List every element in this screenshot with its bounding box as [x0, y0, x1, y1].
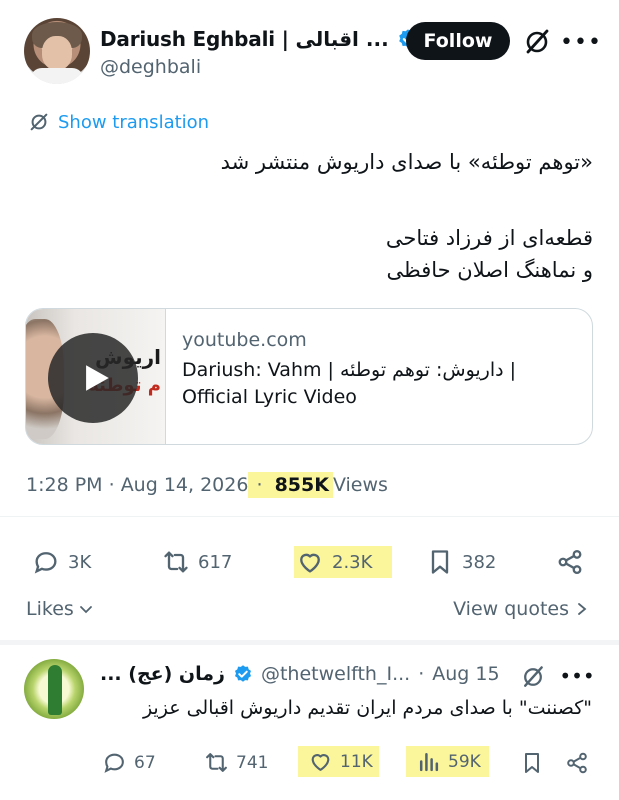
- view-quotes-label: View quotes: [453, 598, 569, 620]
- repost-button[interactable]: 617: [162, 548, 232, 576]
- card-title-line: Dariush: Vahm | داریوش: توهم توطئه |: [182, 359, 517, 381]
- views-count: 855K: [270, 472, 333, 498]
- reply-text: "کصننت" با صدای مردم ایران تقدیم داریوش …: [142, 697, 592, 719]
- reply-count: 3K: [68, 551, 92, 573]
- chevron-down-icon: [79, 606, 92, 614]
- views-count: 59K: [448, 751, 481, 772]
- reply-reply-button[interactable]: 67: [102, 750, 156, 775]
- share-button[interactable]: [556, 548, 584, 576]
- repost-count: 617: [198, 551, 233, 573]
- translate-icon: [30, 113, 48, 131]
- bookmark-button[interactable]: 382: [426, 548, 496, 576]
- avatar-face: [42, 36, 72, 70]
- card-title-line: Official Lyric Video: [182, 386, 357, 408]
- tweet-line: و نماهنگ اصلان حافظی: [386, 258, 593, 282]
- tweet-line: قطعه‌ای از فرزاد فتاحی: [385, 226, 593, 250]
- repost-count: 741: [236, 752, 269, 773]
- views-icon: [419, 752, 439, 772]
- avatar-figure: [48, 665, 62, 715]
- card-thumbnail[interactable]: اریوش م توطئه: [26, 309, 166, 444]
- like-button[interactable]: 2.3K: [294, 546, 393, 578]
- chevron-right-icon: [578, 603, 587, 615]
- show-translation-label: Show translation: [58, 111, 210, 133]
- reply-like-button[interactable]: 11K: [298, 746, 379, 777]
- reply-author-handle[interactable]: @thetwelfth_I...: [261, 663, 410, 685]
- reply-avatar[interactable]: [24, 659, 84, 719]
- tweet-text: «توهم توطئه» با صدای داریوش منتشر شد قطع…: [33, 146, 593, 286]
- follow-button[interactable]: Follow: [406, 22, 510, 60]
- more-icon[interactable]: •••: [560, 28, 601, 56]
- reply-views-button[interactable]: 59K: [406, 746, 489, 777]
- divider: [0, 516, 619, 517]
- like-count: 2.3K: [332, 551, 373, 573]
- tweet-time[interactable]: 1:28 PM: [26, 474, 103, 496]
- reply-date[interactable]: Aug 15: [432, 663, 499, 685]
- grok-icon[interactable]: [520, 664, 546, 690]
- meta-separator: ·: [102, 474, 121, 496]
- card-domain: youtube.com: [182, 329, 307, 351]
- bookmark-icon: [431, 550, 449, 574]
- play-icon: [86, 365, 109, 391]
- reply-header: زمان (عج) ... @thetwelfth_I... · Aug 15: [100, 663, 500, 685]
- repost-icon: [206, 753, 227, 772]
- play-button[interactable]: [48, 333, 138, 423]
- link-card[interactable]: اریوش م توطئه youtube.com Dariush: Vahm …: [25, 308, 593, 445]
- reply-button[interactable]: 3K: [32, 548, 91, 576]
- grok-icon[interactable]: [522, 27, 552, 57]
- bookmark-count: 382: [462, 551, 497, 573]
- reply-repost-button[interactable]: 741: [204, 750, 268, 775]
- card-body: youtube.com Dariush: Vahm | داریوش: توهم…: [166, 309, 516, 444]
- likes-link[interactable]: Likes: [26, 598, 94, 620]
- share-icon: [558, 549, 582, 575]
- view-quotes-link[interactable]: View quotes: [453, 598, 589, 620]
- like-icon: [300, 553, 320, 573]
- like-icon: [311, 754, 330, 771]
- tweet-line: [33, 178, 593, 210]
- tweet-meta: 1:28 PM · Aug 14, 2026 · 855K Views: [26, 472, 388, 498]
- share-icon[interactable]: [565, 751, 589, 775]
- author-avatar[interactable]: [24, 18, 90, 84]
- section-separator: [0, 640, 619, 645]
- repost-icon: [164, 551, 188, 573]
- reply-count: 67: [134, 752, 156, 773]
- views-label: Views: [332, 474, 388, 496]
- reply-icon: [104, 753, 124, 773]
- verified-badge-icon: [234, 665, 251, 682]
- likes-label: Likes: [26, 598, 74, 620]
- avatar-shirt: [30, 68, 84, 84]
- tweet-date[interactable]: Aug 14, 2026: [121, 474, 249, 496]
- like-count: 11K: [340, 751, 373, 772]
- bookmark-icon[interactable]: [520, 751, 544, 775]
- reply-icon: [34, 552, 57, 574]
- more-icon[interactable]: •••: [559, 663, 594, 689]
- meta-separator: ·: [248, 472, 271, 498]
- author-name-row: Dariush Eghbali | اقبالی ...: [100, 24, 419, 54]
- meta-separator: ·: [418, 663, 425, 685]
- show-translation-link[interactable]: Show translation: [28, 111, 209, 133]
- tweet-line: «توهم توطئه» با صدای داریوش منتشر شد: [220, 150, 593, 174]
- reply-author-name[interactable]: زمان (عج) ...: [100, 663, 225, 685]
- author-handle[interactable]: @deghbali: [100, 56, 201, 78]
- author-name[interactable]: Dariush Eghbali | اقبالی ...: [100, 27, 389, 51]
